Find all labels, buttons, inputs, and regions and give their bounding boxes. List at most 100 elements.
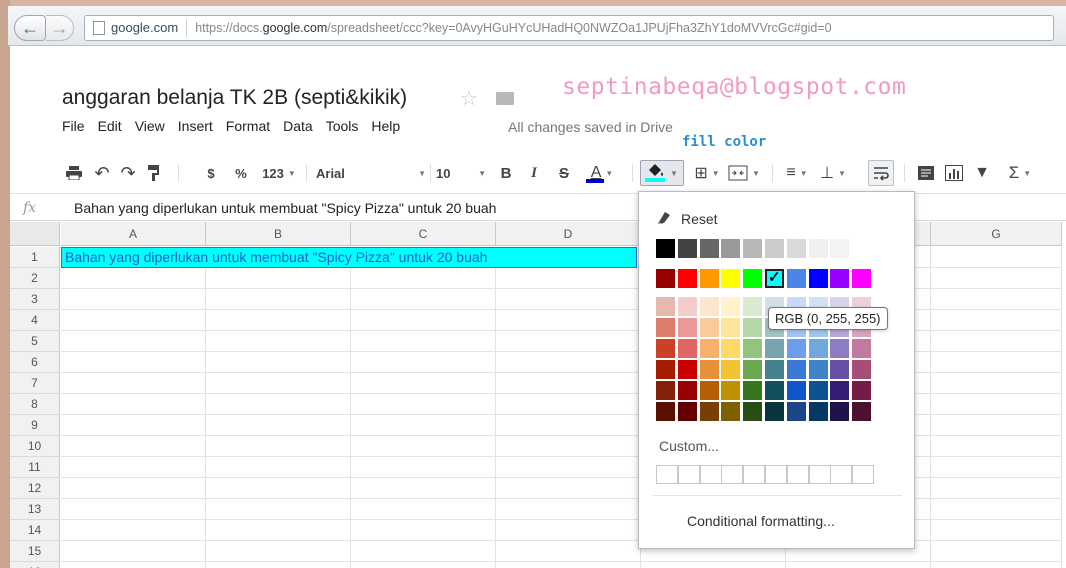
row-header-1[interactable]: 1 <box>10 247 60 268</box>
cell-a4[interactable] <box>61 310 206 331</box>
color-swatch[interactable] <box>743 318 762 337</box>
cell-g9[interactable] <box>931 415 1062 436</box>
paint-format-button[interactable] <box>144 160 164 186</box>
cell-d3[interactable] <box>496 289 641 310</box>
color-swatch[interactable] <box>721 239 740 258</box>
custom-color-label[interactable]: Custom... <box>659 438 719 454</box>
menu-file[interactable]: File <box>62 118 85 134</box>
custom-color-slot[interactable] <box>787 465 809 484</box>
color-swatch[interactable] <box>700 402 719 421</box>
color-swatch[interactable] <box>787 269 806 288</box>
row-header-15[interactable]: 15 <box>10 541 60 562</box>
color-swatch[interactable] <box>678 381 697 400</box>
color-swatch[interactable] <box>656 339 675 358</box>
cell-d9[interactable] <box>496 415 641 436</box>
cell-d7[interactable] <box>496 373 641 394</box>
cell-a12[interactable] <box>61 478 206 499</box>
cell-b9[interactable] <box>206 415 351 436</box>
formula-input[interactable]: Bahan yang diperlukan untuk membuat "Spi… <box>74 200 496 216</box>
column-header-a[interactable]: A <box>61 222 206 246</box>
color-swatch[interactable] <box>678 269 697 288</box>
functions-button[interactable]: Σ ▼ <box>1002 160 1038 186</box>
cell-d16[interactable] <box>496 562 641 568</box>
color-swatch[interactable] <box>852 269 871 288</box>
cell-g6[interactable] <box>931 352 1062 373</box>
custom-color-slot[interactable] <box>678 465 700 484</box>
undo-button[interactable]: ↶ <box>92 160 112 186</box>
row-header-11[interactable]: 11 <box>10 457 60 478</box>
color-swatch[interactable] <box>830 360 849 379</box>
color-swatch[interactable] <box>700 318 719 337</box>
cell-g16[interactable] <box>931 562 1062 568</box>
cell-g11[interactable] <box>931 457 1062 478</box>
color-swatch[interactable] <box>743 360 762 379</box>
font-family-dropdown[interactable]: Arial ▼ <box>316 160 426 186</box>
horizontal-align-button[interactable]: ≡ ▼ <box>782 160 812 186</box>
color-swatch[interactable] <box>743 269 762 288</box>
merge-cells-button[interactable]: ▼ <box>726 160 762 186</box>
color-swatch[interactable] <box>678 239 697 258</box>
column-header-c[interactable]: C <box>351 222 496 246</box>
color-swatch[interactable] <box>809 239 828 258</box>
bold-button[interactable]: B <box>498 160 514 186</box>
color-swatch[interactable] <box>809 339 828 358</box>
conditional-formatting-option[interactable]: Conditional formatting... <box>687 513 835 529</box>
cell-b14[interactable] <box>206 520 351 541</box>
cell-c7[interactable] <box>351 373 496 394</box>
color-swatch[interactable]: ✓ <box>765 269 784 288</box>
color-swatch[interactable] <box>656 318 675 337</box>
select-all-corner[interactable] <box>10 222 60 246</box>
color-swatch[interactable] <box>700 381 719 400</box>
insert-comment-button[interactable] <box>916 160 936 186</box>
cell-c11[interactable] <box>351 457 496 478</box>
color-swatch[interactable] <box>721 269 740 288</box>
address-bar[interactable]: google.com https://docs.google.com/sprea… <box>84 15 1054 41</box>
color-swatch[interactable] <box>830 239 849 258</box>
text-color-button[interactable]: A ▼ <box>582 160 622 186</box>
custom-color-slot[interactable] <box>765 465 787 484</box>
redo-button[interactable]: ↷ <box>118 160 138 186</box>
cell-g2[interactable] <box>931 268 1062 289</box>
color-swatch[interactable] <box>765 360 784 379</box>
color-swatch[interactable] <box>700 339 719 358</box>
cell-g10[interactable] <box>931 436 1062 457</box>
color-swatch[interactable] <box>787 381 806 400</box>
color-swatch[interactable] <box>656 381 675 400</box>
fill-color-button[interactable]: ▼ <box>640 160 684 186</box>
cell-c6[interactable] <box>351 352 496 373</box>
color-swatch[interactable] <box>743 381 762 400</box>
row-header-10[interactable]: 10 <box>10 436 60 457</box>
strikethrough-button[interactable]: S <box>556 160 572 186</box>
cell-d15[interactable] <box>496 541 641 562</box>
custom-color-slot[interactable] <box>852 465 874 484</box>
color-swatch[interactable] <box>678 360 697 379</box>
color-swatch[interactable] <box>721 381 740 400</box>
cell-d13[interactable] <box>496 499 641 520</box>
menu-tools[interactable]: Tools <box>326 118 359 134</box>
cell-g12[interactable] <box>931 478 1062 499</box>
cell-g8[interactable] <box>931 394 1062 415</box>
color-swatch[interactable] <box>656 269 675 288</box>
color-swatch[interactable] <box>830 339 849 358</box>
cell-c14[interactable] <box>351 520 496 541</box>
cell-d2[interactable] <box>496 268 641 289</box>
wrap-text-button[interactable] <box>868 160 894 186</box>
cell-a7[interactable] <box>61 373 206 394</box>
row-header-9[interactable]: 9 <box>10 415 60 436</box>
column-header-g[interactable]: G <box>931 222 1062 246</box>
currency-button[interactable]: $ <box>204 160 218 186</box>
color-swatch[interactable] <box>830 402 849 421</box>
color-swatch[interactable] <box>721 339 740 358</box>
row-header-13[interactable]: 13 <box>10 499 60 520</box>
color-swatch[interactable] <box>700 360 719 379</box>
color-swatch[interactable] <box>721 402 740 421</box>
color-swatch[interactable] <box>743 297 762 316</box>
cell-c12[interactable] <box>351 478 496 499</box>
color-swatch[interactable] <box>765 339 784 358</box>
cell-g4[interactable] <box>931 310 1062 331</box>
cell-g1[interactable] <box>931 247 1062 268</box>
color-swatch[interactable] <box>852 339 871 358</box>
cell-d12[interactable] <box>496 478 641 499</box>
color-swatch[interactable] <box>787 360 806 379</box>
custom-color-slot[interactable] <box>656 465 678 484</box>
